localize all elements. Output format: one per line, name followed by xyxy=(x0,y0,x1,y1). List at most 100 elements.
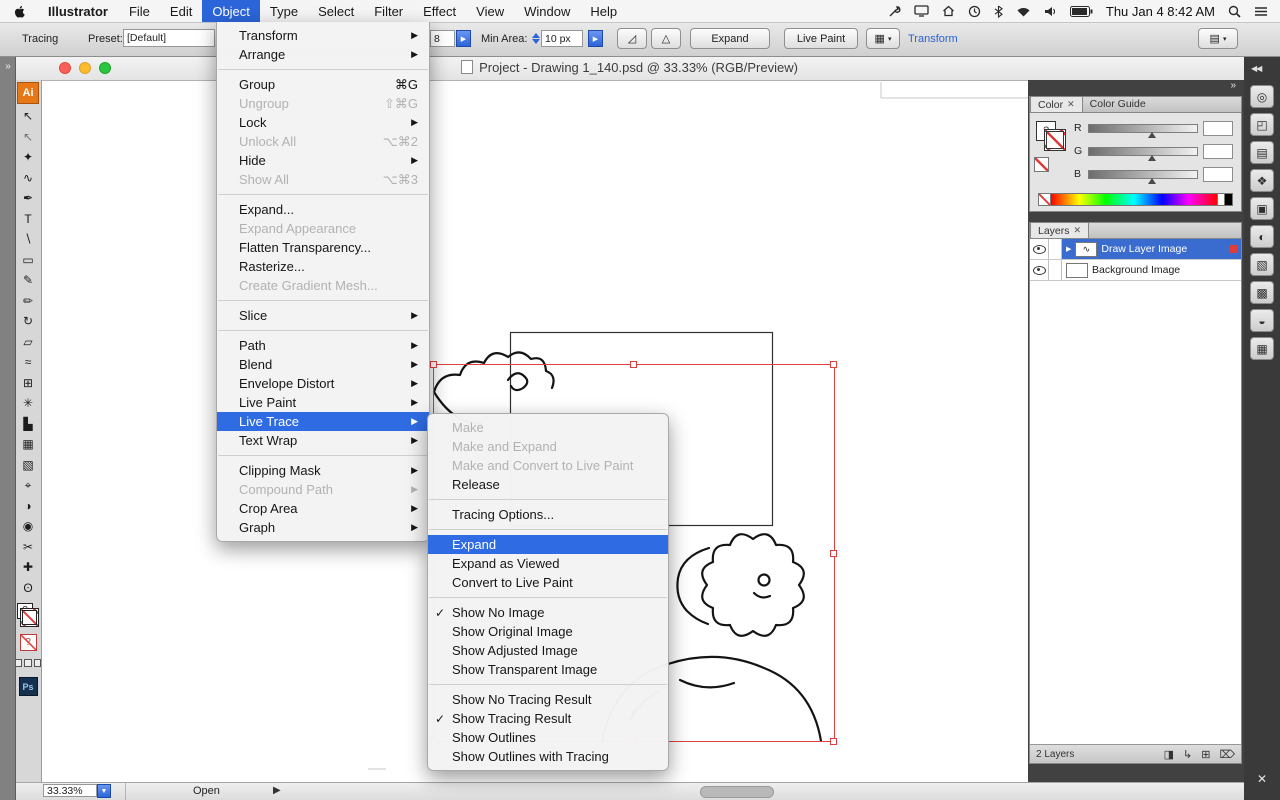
create-layer-icon[interactable]: ⊞ xyxy=(1201,748,1210,761)
menu-item-release[interactable]: Release xyxy=(428,475,668,494)
menu-item-lock[interactable]: Lock ▶ xyxy=(217,113,429,132)
menu-item-show-no-tracing-result[interactable]: Show No Tracing Result xyxy=(428,690,668,709)
channel-slider[interactable] xyxy=(1088,146,1198,161)
graphic-styles-panel-icon[interactable]: ▩ xyxy=(1250,281,1274,304)
battery-icon[interactable] xyxy=(1069,5,1093,17)
screen-mode-buttons[interactable] xyxy=(15,659,41,667)
slider-thumb-icon[interactable] xyxy=(1148,131,1157,138)
menu-item-expand[interactable]: Expand... xyxy=(217,200,429,219)
pen-tool[interactable]: ✒ xyxy=(15,188,41,209)
menu-item-rasterize[interactable]: Rasterize... xyxy=(217,257,429,276)
close-icon[interactable]: ✕ xyxy=(1074,225,1082,236)
menubar-item-effect[interactable]: Effect xyxy=(413,0,466,22)
threshold-input[interactable]: 8 xyxy=(430,30,455,47)
blend-tool[interactable]: ◑ xyxy=(15,496,41,517)
left-dock-strip[interactable]: » xyxy=(0,56,16,800)
none-color-button[interactable]: ? xyxy=(19,634,37,651)
layer-lock-cell[interactable] xyxy=(1049,260,1062,280)
selection-tool[interactable]: ↖ xyxy=(15,106,41,127)
channel-slider[interactable] xyxy=(1088,123,1198,138)
make-clipping-mask-icon[interactable]: ◨ xyxy=(1164,748,1174,761)
layer-thumbnail[interactable]: ∿ xyxy=(1075,241,1098,257)
none-swatch[interactable] xyxy=(1038,193,1051,206)
mesh-tool[interactable]: ▦ xyxy=(15,434,41,455)
menubar-item-type[interactable]: Type xyxy=(260,0,308,22)
slider-thumb-icon[interactable] xyxy=(1148,154,1157,161)
volume-icon[interactable] xyxy=(1044,6,1057,17)
warp-tool[interactable]: ≈ xyxy=(15,352,41,373)
rotate-tool[interactable]: ↻ xyxy=(15,311,41,332)
pencil-tool[interactable]: ✏ xyxy=(15,291,41,312)
hand-tool[interactable]: ✚ xyxy=(15,557,41,578)
white-swatch[interactable] xyxy=(1217,193,1225,206)
menu-item-path[interactable]: Path ▶ xyxy=(217,336,429,355)
close-window-button[interactable] xyxy=(59,62,71,74)
tracing-presets-button[interactable]: ▦ ▾ xyxy=(866,28,900,49)
horizontal-scrollbar-thumb[interactable] xyxy=(700,786,774,798)
layer-main[interactable]: Background Image xyxy=(1062,260,1241,280)
channel-value-input[interactable] xyxy=(1203,166,1233,182)
free-transform-tool[interactable]: ⊞ xyxy=(15,373,41,394)
menu-item-convert-to-live-paint[interactable]: Convert to Live Paint xyxy=(428,573,668,592)
menu-item-graph[interactable]: Graph ▶ xyxy=(217,518,429,537)
layer-lock-cell[interactable] xyxy=(1049,239,1062,259)
menu-item-flatten-transparency[interactable]: Flatten Transparency... xyxy=(217,238,429,257)
expand-button[interactable]: Expand xyxy=(690,28,770,49)
menu-item-show-transparent-image[interactable]: Show Transparent Image xyxy=(428,660,668,679)
display-icon[interactable] xyxy=(914,5,929,17)
menubar-item-filter[interactable]: Filter xyxy=(364,0,413,22)
direct-selection-tool[interactable]: ↖ xyxy=(15,127,41,148)
delete-layer-icon[interactable]: ⌦ xyxy=(1219,748,1235,761)
zoom-level-input[interactable]: 33.33% xyxy=(43,784,97,797)
stroke-swatch[interactable] xyxy=(1044,129,1066,151)
menu-item-blend[interactable]: Blend ▶ xyxy=(217,355,429,374)
menu-item-show-adjusted-image[interactable]: Show Adjusted Image xyxy=(428,641,668,660)
navigator-panel-icon[interactable]: ◰ xyxy=(1250,113,1274,136)
transparency-panel-icon[interactable]: ◐ xyxy=(1250,225,1274,248)
lasso-tool[interactable]: ∿ xyxy=(15,168,41,189)
menubar-item-file[interactable]: File xyxy=(119,0,160,22)
layer-visibility-toggle[interactable] xyxy=(1030,260,1049,280)
type-tool[interactable]: T xyxy=(15,209,41,230)
menubar-item-object[interactable]: Object xyxy=(202,0,260,22)
paintbrush-tool[interactable]: ✎ xyxy=(15,270,41,291)
swatches-panel-icon[interactable]: ▤ xyxy=(1250,141,1274,164)
preset-select[interactable]: [Default] xyxy=(123,29,215,47)
menu-item-show-no-image[interactable]: ✓ Show No Image xyxy=(428,603,668,622)
transform-link[interactable]: Transform xyxy=(908,33,958,45)
layer-expand-arrow-icon[interactable]: ▶ xyxy=(1066,245,1071,253)
zoom-popup-button[interactable]: ▼ xyxy=(97,784,111,798)
stroke-panel-icon[interactable]: ◒ xyxy=(1250,309,1274,332)
screen-mode-icon[interactable] xyxy=(33,659,41,667)
tab-layers[interactable]: Layers ✕ xyxy=(1030,222,1090,238)
menu-item-slice[interactable]: Slice ▶ xyxy=(217,306,429,325)
gradient-tool[interactable]: ▧ xyxy=(15,455,41,476)
tracing-angle-button[interactable]: △ xyxy=(651,28,681,49)
appearance-panel-icon[interactable]: ◎ xyxy=(1250,85,1274,108)
rectangle-tool[interactable]: ▭ xyxy=(15,250,41,271)
menu-item-arrange[interactable]: Arrange ▶ xyxy=(217,45,429,64)
menu-item-show-original-image[interactable]: Show Original Image xyxy=(428,622,668,641)
menubar-app-name[interactable]: Illustrator xyxy=(37,4,119,19)
tab-color-guide[interactable]: Color Guide xyxy=(1083,96,1153,112)
stepper-arrows-icon[interactable] xyxy=(531,33,541,44)
collapse-dock-icon[interactable]: ◀◀ xyxy=(1244,56,1280,73)
close-dock-icon[interactable]: ✕ xyxy=(1257,772,1267,786)
menu-item-show-outlines[interactable]: Show Outlines xyxy=(428,728,668,747)
zoom-window-button[interactable] xyxy=(99,62,111,74)
menubar-item-view[interactable]: View xyxy=(466,0,514,22)
layer-visibility-toggle[interactable] xyxy=(1030,239,1049,259)
menu-item-expand[interactable]: Expand xyxy=(428,535,668,554)
status-popup-arrow-icon[interactable]: ▶ xyxy=(273,785,281,796)
white-black-swatches[interactable] xyxy=(1217,193,1233,206)
slider-thumb-icon[interactable] xyxy=(1148,177,1157,184)
layer-thumbnail[interactable] xyxy=(1066,262,1088,278)
zoom-tool[interactable]: ʘ xyxy=(15,578,41,599)
minimize-window-button[interactable] xyxy=(79,62,91,74)
close-icon[interactable]: ✕ xyxy=(1067,99,1075,110)
menubar-clock[interactable]: Thu Jan 4 8:42 AM xyxy=(1106,4,1215,19)
menu-item-crop-area[interactable]: Crop Area ▶ xyxy=(217,499,429,518)
menu-item-text-wrap[interactable]: Text Wrap ▶ xyxy=(217,431,429,450)
spectrum-gradient[interactable] xyxy=(1051,193,1217,206)
menu-item-envelope-distort[interactable]: Envelope Distort ▶ xyxy=(217,374,429,393)
